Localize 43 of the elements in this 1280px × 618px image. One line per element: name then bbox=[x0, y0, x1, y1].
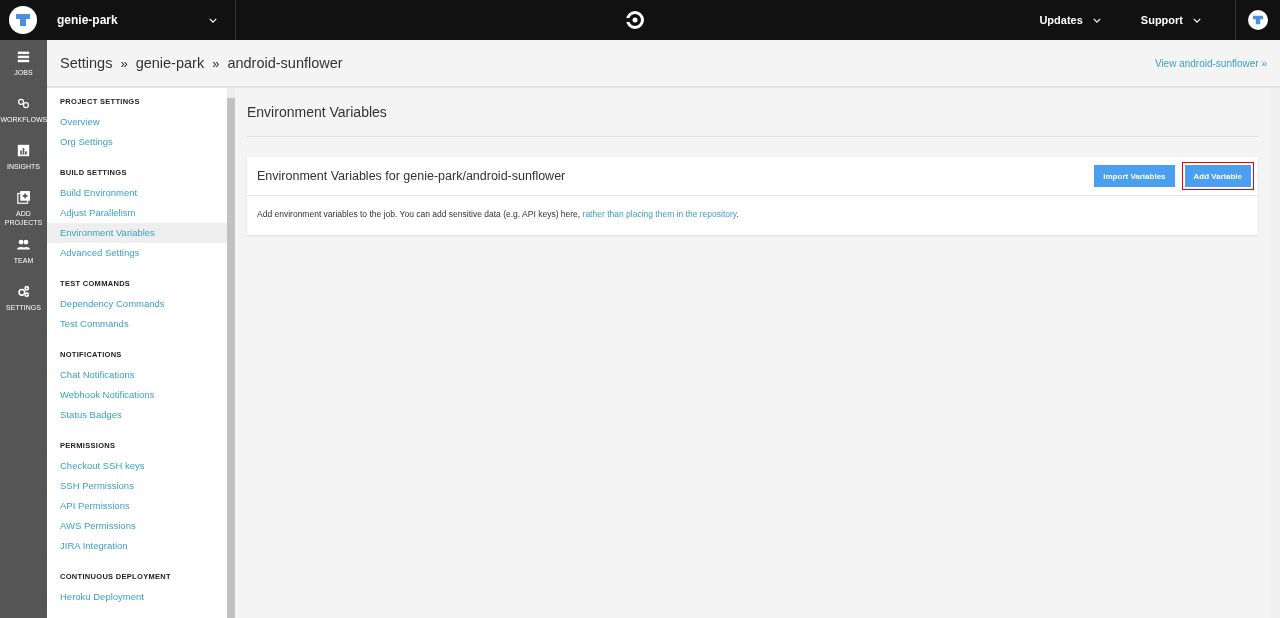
nav-item[interactable]: Chat Notifications bbox=[47, 365, 227, 385]
nav-item[interactable]: Webhook Notifications bbox=[47, 385, 227, 405]
link-icon[interactable] bbox=[17, 97, 30, 110]
page-title: Environment Variables bbox=[247, 88, 1258, 137]
breadcrumb-separator: » bbox=[120, 55, 128, 71]
logo-icon[interactable] bbox=[624, 10, 645, 30]
chart-icon[interactable] bbox=[17, 144, 30, 157]
breadcrumb-item: genie-park bbox=[135, 55, 205, 71]
chevron-icon bbox=[1092, 17, 1101, 23]
menu-dropdown[interactable]: Updates bbox=[1033, 13, 1107, 27]
card-title: Environment Variables for genie-park/android-sunflower bbox=[257, 169, 566, 183]
breadcrumb-separator: » bbox=[212, 55, 220, 71]
nav-item[interactable]: Org Settings bbox=[47, 132, 227, 152]
org-avatar-icon[interactable] bbox=[9, 6, 37, 34]
scrollbar[interactable] bbox=[227, 88, 235, 618]
breadcrumb-item: android-sunflower bbox=[227, 55, 343, 71]
breadcrumb-item: Settings bbox=[60, 55, 113, 71]
nav-item[interactable]: Advanced Settings bbox=[47, 243, 227, 263]
nav-item[interactable]: Heroku Deployment bbox=[47, 587, 227, 607]
gears-icon[interactable] bbox=[17, 285, 30, 298]
user-avatar-icon[interactable] bbox=[1248, 10, 1268, 30]
nav-item[interactable]: Adjust Parallelism bbox=[47, 203, 227, 223]
nav-item[interactable]: AWS Permissions bbox=[47, 516, 227, 536]
nav-item[interactable]: Status Badges bbox=[47, 405, 227, 425]
nav-item[interactable]: JIRA Integration bbox=[47, 536, 227, 556]
add-icon[interactable] bbox=[17, 191, 30, 204]
description-text: Add environment variables to the job. You can add sensitive data (e.g. API keys) here, rather than placing them in the repository. bbox=[257, 209, 739, 219]
action-button[interactable]: Import Variables bbox=[1094, 165, 1175, 188]
nav-item[interactable]: Environment Variables bbox=[47, 223, 227, 243]
nav-item[interactable]: Overview bbox=[47, 112, 227, 132]
nav-item[interactable]: Dependency Commands bbox=[47, 294, 227, 314]
nav-item[interactable]: API Permissions bbox=[47, 496, 227, 516]
view-project-link[interactable]: View android-sunflower » bbox=[1154, 57, 1267, 69]
people-icon[interactable] bbox=[17, 238, 30, 251]
nav-item[interactable]: Build Environment bbox=[47, 183, 227, 203]
nav-item[interactable]: Test Commands bbox=[47, 314, 227, 334]
menu-dropdown[interactable]: Support bbox=[1134, 13, 1207, 27]
chevron-icon bbox=[1193, 17, 1201, 23]
nav-item[interactable]: Checkout SSH keys bbox=[47, 456, 227, 476]
action-button[interactable]: Add Variable bbox=[1184, 165, 1251, 188]
chevron-icon bbox=[209, 17, 217, 23]
nav-item[interactable]: SSH Permissions bbox=[47, 476, 227, 496]
list-icon[interactable] bbox=[17, 50, 30, 63]
